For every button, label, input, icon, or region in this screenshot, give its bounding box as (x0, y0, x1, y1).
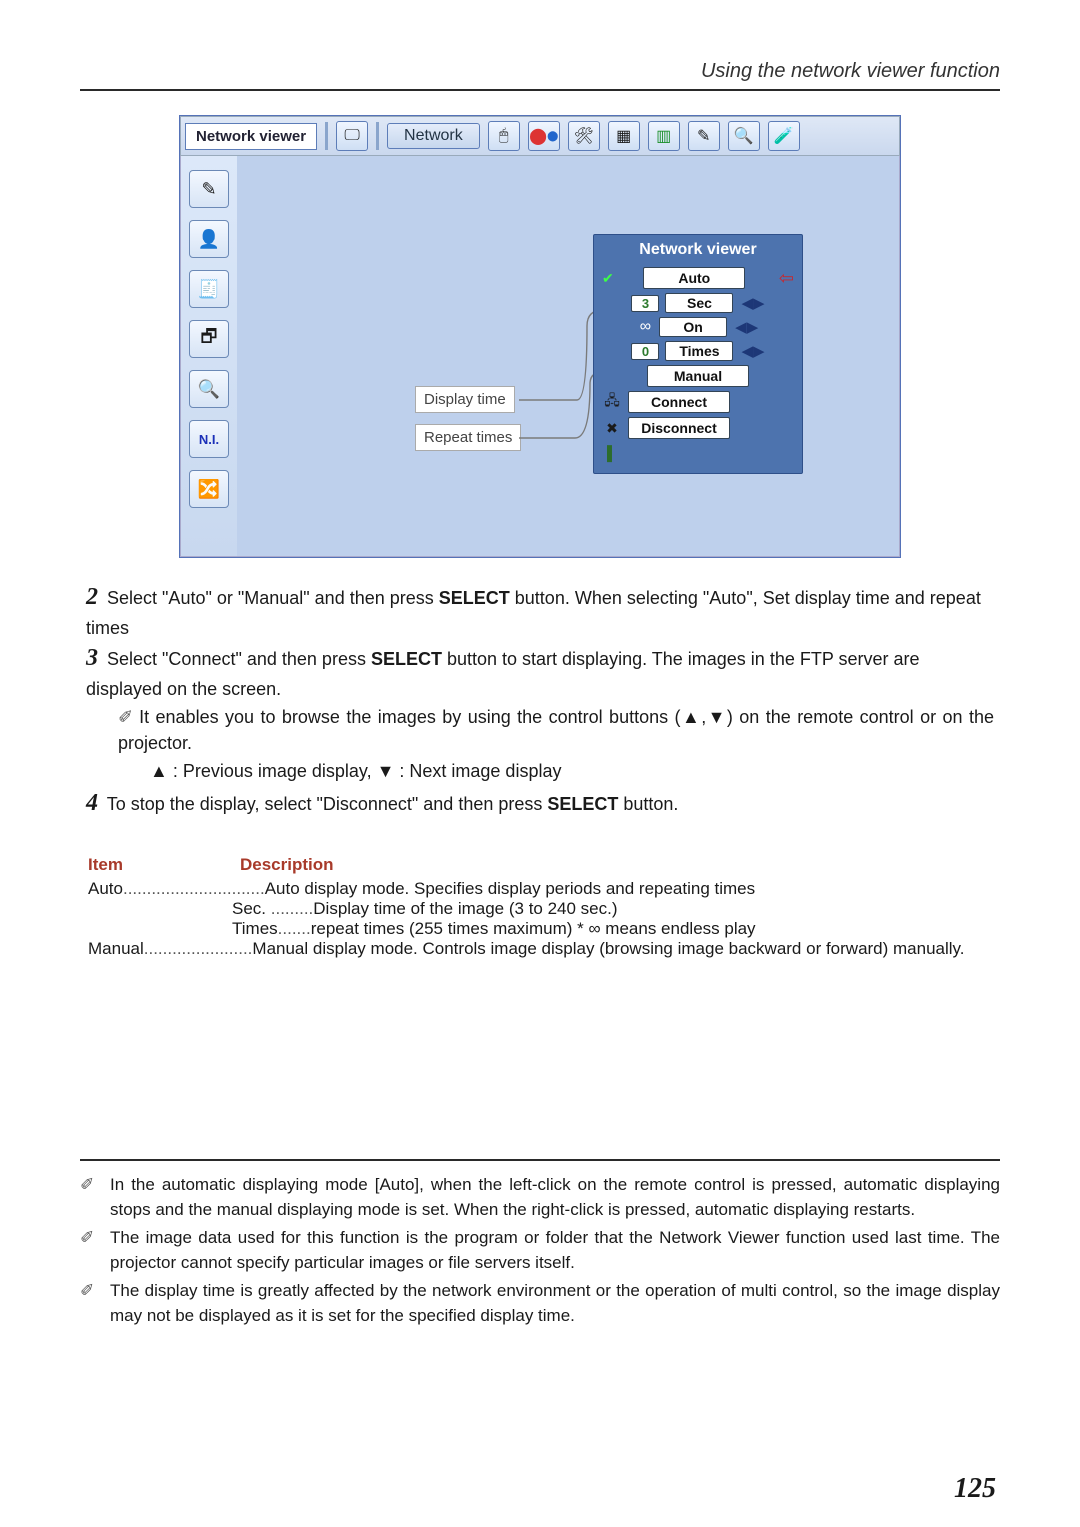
table-row: Sec. .........Display time of the image … (232, 899, 992, 919)
section-title: Using the network viewer function (80, 60, 1000, 83)
pen-tool-icon[interactable]: ✎ (189, 170, 229, 208)
description-table: Item Description Auto...................… (88, 855, 992, 959)
probe-icon[interactable]: 🧪 (768, 121, 800, 151)
step-3: 3 Select "Connect" and then press SELECT… (86, 641, 994, 702)
screenshot: Network viewer 🖵 Network 🖱 ⬤⬤ 🛠 ▦ ▥ ✎ 🔍 … (179, 115, 901, 558)
rgb-balls-icon[interactable]: ⬤⬤ (528, 121, 560, 151)
lr-arrows-icon[interactable]: ◀▶ (735, 318, 758, 336)
infinity-icon: ∞ (640, 318, 651, 336)
table-row: Auto..............................Auto d… (88, 879, 992, 899)
disconnect-button[interactable]: Disconnect (628, 417, 730, 439)
lens-icon[interactable]: 🔍 (189, 370, 229, 408)
back-arrow-icon[interactable]: ⇦ (779, 268, 794, 289)
exit-icon[interactable]: ▌ (602, 443, 622, 463)
pen-icon[interactable]: ✎ (688, 121, 720, 151)
windows-icon[interactable]: 🗗 (189, 320, 229, 358)
table-row: Times.......repeat times (255 times maxi… (232, 919, 992, 939)
lr-arrows-icon[interactable]: ◀▶ (741, 342, 764, 360)
step-3-legend: ▲ : Previous image display, ▼ : Next ima… (150, 758, 994, 784)
times-value[interactable]: 0 (631, 343, 659, 360)
step-number: 3 (86, 645, 98, 671)
callout-repeat-times: Repeat times (415, 424, 521, 451)
lr-arrows-icon[interactable]: ◀▶ (741, 294, 764, 312)
connect-button[interactable]: Connect (628, 391, 730, 413)
hand-icon: ✐ (80, 1279, 104, 1328)
footnote: ✐The display time is greatly affected by… (80, 1279, 1000, 1328)
step-number: 2 (86, 584, 98, 610)
panel-title: Network viewer (594, 235, 802, 265)
page-number: 125 (954, 1473, 996, 1505)
board-icon[interactable]: 🧾 (189, 270, 229, 308)
table-header-desc: Description (240, 855, 334, 875)
footer-rule (80, 1159, 1000, 1161)
hand-icon: ✐ (80, 1226, 104, 1275)
menu-bar: Network viewer 🖵 Network 🖱 ⬤⬤ 🛠 ▦ ▥ ✎ 🔍 … (180, 116, 900, 156)
connect-icon: 🖧 (602, 392, 622, 412)
disconnect-icon: ✖ (602, 418, 622, 438)
tiles-icon[interactable]: ▦ (608, 121, 640, 151)
swap-icon[interactable]: 🔀 (189, 470, 229, 508)
hand-icon: ✐ (80, 1173, 104, 1222)
sec-label: Sec (665, 293, 733, 313)
settings-panel: Network viewer ✔ Auto ⇦ 3 Sec ◀▶ (593, 234, 803, 474)
manual-button[interactable]: Manual (647, 365, 749, 387)
head-icon[interactable]: 👤 (189, 220, 229, 258)
ni-icon[interactable]: N.I. (189, 420, 229, 458)
on-label[interactable]: On (659, 317, 727, 337)
steps: 2 Select "Auto" or "Manual" and then pre… (86, 580, 994, 821)
check-icon: ✔ (602, 270, 614, 287)
times-label: Times (665, 341, 733, 361)
sidebar: ✎ 👤 🧾 🗗 🔍 N.I. 🔀 (181, 156, 237, 556)
auto-button[interactable]: Auto (643, 267, 745, 289)
footnotes: ✐In the automatic displaying mode [Auto]… (80, 1173, 1000, 1329)
header-rule (80, 89, 1000, 91)
footnote: ✐The image data used for this function i… (80, 1226, 1000, 1275)
separator (376, 122, 379, 150)
table-header-item: Item (88, 855, 240, 875)
hand-icon: ✐ (118, 707, 133, 727)
callout-display-time: Display time (415, 386, 515, 413)
table-row: Manual.......................Manual disp… (88, 939, 992, 959)
mouse-icon[interactable]: 🖱 (488, 121, 520, 151)
window-title: Network viewer (185, 123, 317, 150)
footnote: ✐In the automatic displaying mode [Auto]… (80, 1173, 1000, 1222)
step-4: 4 To stop the display, select "Disconnec… (86, 786, 994, 821)
dual-icon[interactable]: 🖵 (336, 121, 368, 151)
wrench-icon[interactable]: 🛠 (568, 121, 600, 151)
step-number: 4 (86, 790, 98, 816)
separator (325, 122, 328, 150)
network-tab[interactable]: Network (387, 123, 480, 149)
sec-value[interactable]: 3 (631, 295, 659, 312)
step-3-note: ✐It enables you to browse the images by … (118, 704, 994, 756)
step-2: 2 Select "Auto" or "Manual" and then pre… (86, 580, 994, 641)
lens-icon[interactable]: 🔍 (728, 121, 760, 151)
screen-icon[interactable]: ▥ (648, 121, 680, 151)
